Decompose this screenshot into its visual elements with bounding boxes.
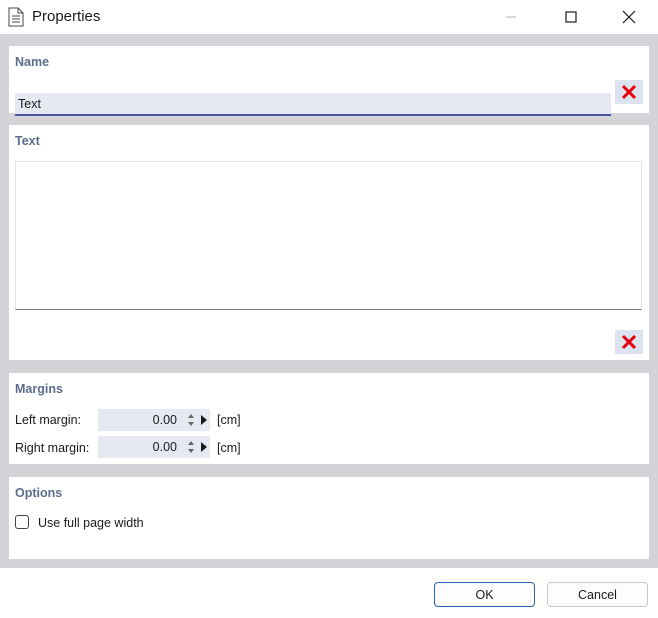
- full-page-width-label[interactable]: Use full page width: [38, 516, 144, 530]
- title-bar: Properties: [0, 0, 658, 34]
- close-button[interactable]: [606, 0, 652, 34]
- ok-button[interactable]: OK: [434, 582, 535, 607]
- full-page-width-checkbox[interactable]: [15, 515, 29, 529]
- dialog-footer: OK Cancel: [0, 568, 658, 618]
- right-margin-unit: [cm]: [217, 441, 241, 455]
- clear-name-button[interactable]: [615, 80, 643, 104]
- spin-updown-icon[interactable]: [187, 439, 195, 455]
- cancel-button[interactable]: Cancel: [547, 582, 648, 607]
- right-margin-value: 0.00: [152, 440, 177, 454]
- clear-icon: [621, 84, 637, 100]
- maximize-button[interactable]: [548, 0, 594, 34]
- document-icon: [8, 7, 24, 27]
- left-margin-label: Left margin:: [15, 413, 82, 427]
- text-section-title: Text: [15, 134, 40, 148]
- margins-section: Margins Left margin: 0.00 [cm] Right mar…: [9, 373, 649, 464]
- minimize-button[interactable]: [488, 0, 534, 34]
- margins-section-title: Margins: [15, 382, 63, 396]
- name-section-title: Name: [15, 55, 50, 69]
- options-section-title: Options: [15, 486, 63, 500]
- spin-right-icon[interactable]: [201, 442, 207, 452]
- right-margin-stepper[interactable]: 0.00: [98, 436, 210, 458]
- text-area[interactable]: [15, 161, 642, 310]
- clear-icon: [621, 334, 637, 350]
- clear-text-button[interactable]: [615, 330, 643, 354]
- left-margin-unit: [cm]: [217, 413, 241, 427]
- close-icon: [622, 10, 636, 24]
- options-section: Options Use full page width: [9, 477, 649, 559]
- spin-updown-icon[interactable]: [187, 412, 195, 428]
- left-margin-stepper[interactable]: 0.00: [98, 409, 210, 431]
- name-input[interactable]: [15, 93, 611, 116]
- text-section: Text: [9, 125, 649, 360]
- left-margin-value: 0.00: [152, 413, 177, 427]
- spin-right-icon[interactable]: [201, 415, 207, 425]
- name-section: Name: [9, 46, 649, 116]
- minimize-icon: [506, 16, 516, 18]
- right-margin-label: Right margin:: [15, 441, 90, 455]
- maximize-icon: [565, 11, 577, 23]
- window-title: Properties: [32, 8, 101, 25]
